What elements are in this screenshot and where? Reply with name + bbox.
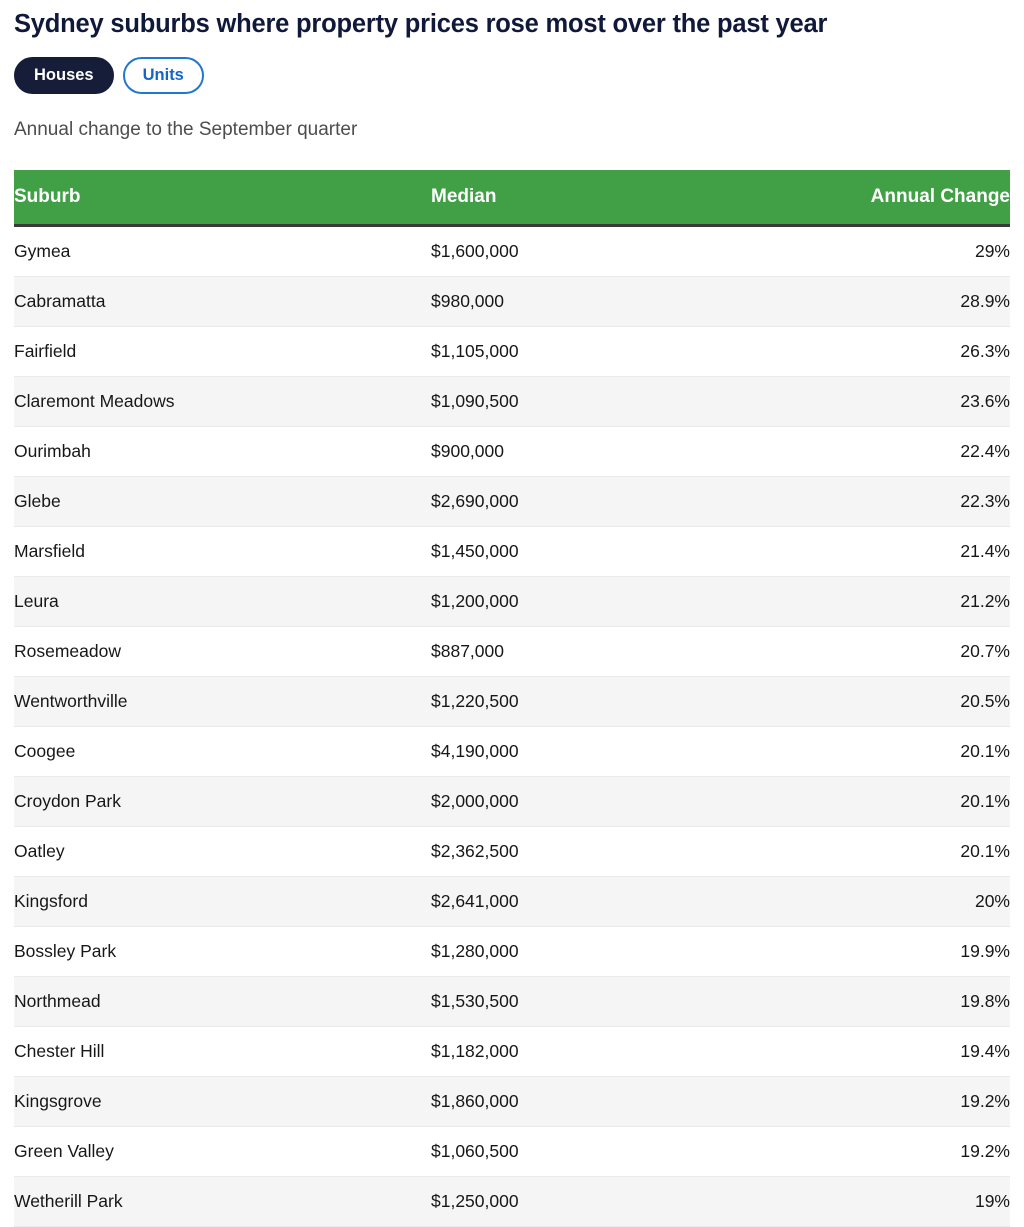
table-row[interactable]: Cabramatta $980,000 28.9% [14, 276, 1010, 327]
table-row[interactable]: Leura $1,200,000 21.2% [14, 576, 1010, 627]
table-row[interactable]: Marsfield $1,450,000 21.4% [14, 526, 1010, 577]
cell-suburb: Claremont Meadows [14, 376, 431, 427]
subtitle-text: Annual change to the September quarter [14, 119, 358, 141]
table-row[interactable]: Northmead $1,530,500 19.8% [14, 976, 1010, 1027]
table-row[interactable]: Kingsford $2,641,000 20% [14, 876, 1010, 927]
cell-median: $1,105,000 [431, 326, 843, 377]
suburbs-table-container: Suburb Median Annual Change Gymea $1,600,… [14, 169, 1010, 1227]
property-prices-panel: Sydney suburbs where property prices ros… [0, 0, 1024, 1227]
column-header-suburb[interactable]: Suburb [14, 169, 431, 227]
cell-annual-change: 19.8% [843, 976, 1010, 1027]
cell-median: $887,000 [431, 626, 843, 677]
toggle-units-button[interactable]: Units [122, 57, 204, 95]
cell-median: $4,190,000 [431, 726, 843, 777]
column-header-annual-change[interactable]: Annual Change [843, 169, 1010, 227]
cell-suburb: Coogee [14, 726, 431, 777]
table-body: Gymea $1,600,000 29% Cabramatta $980,000 28.9… [14, 225, 1010, 1227]
cell-annual-change: 20.7% [843, 626, 1010, 677]
table-header: Suburb Median Annual Change [14, 169, 1010, 227]
table-row[interactable]: Oatley $2,362,500 20.1% [14, 826, 1010, 877]
cell-suburb: Glebe [14, 476, 431, 527]
cell-annual-change: 19% [843, 1176, 1010, 1227]
cell-median: $1,200,000 [431, 576, 843, 627]
cell-annual-change: 29% [843, 225, 1010, 277]
cell-median: $980,000 [431, 276, 843, 327]
table-row[interactable]: Bossley Park $1,280,000 19.9% [14, 926, 1010, 977]
page-title: Sydney suburbs where property prices ros… [14, 10, 828, 38]
table-row[interactable]: Rosemeadow $887,000 20.7% [14, 626, 1010, 677]
cell-suburb: Oatley [14, 826, 431, 877]
table-row[interactable]: Glebe $2,690,000 22.3% [14, 476, 1010, 527]
cell-median: $2,362,500 [431, 826, 843, 877]
cell-suburb: Gymea [14, 225, 431, 277]
cell-suburb: Wentworthville [14, 676, 431, 727]
table-row[interactable]: Wentworthville $1,220,500 20.5% [14, 676, 1010, 727]
table-row[interactable]: Coogee $4,190,000 20.1% [14, 726, 1010, 777]
cell-median: $1,860,000 [431, 1076, 843, 1127]
table-header-row: Suburb Median Annual Change [14, 169, 1010, 227]
cell-median: $2,000,000 [431, 776, 843, 827]
cell-suburb: Green Valley [14, 1126, 431, 1177]
cell-annual-change: 20.1% [843, 776, 1010, 827]
cell-suburb: Fairfield [14, 326, 431, 377]
cell-annual-change: 19.2% [843, 1126, 1010, 1177]
column-header-median[interactable]: Median [431, 169, 843, 227]
toggle-houses-button[interactable]: Houses [14, 57, 114, 95]
cell-annual-change: 26.3% [843, 326, 1010, 377]
cell-median: $2,641,000 [431, 876, 843, 927]
table-row[interactable]: Chester Hill $1,182,000 19.4% [14, 1026, 1010, 1077]
cell-suburb: Croydon Park [14, 776, 431, 827]
table-row[interactable]: Fairfield $1,105,000 26.3% [14, 326, 1010, 377]
cell-median: $1,060,500 [431, 1126, 843, 1177]
table-row[interactable]: Green Valley $1,060,500 19.2% [14, 1126, 1010, 1177]
cell-annual-change: 19.2% [843, 1076, 1010, 1127]
cell-annual-change: 20.5% [843, 676, 1010, 727]
cell-median: $1,182,000 [431, 1026, 843, 1077]
cell-suburb: Cabramatta [14, 276, 431, 327]
cell-annual-change: 20% [843, 876, 1010, 927]
table-row[interactable]: Kingsgrove $1,860,000 19.2% [14, 1076, 1010, 1127]
cell-median: $1,280,000 [431, 926, 843, 977]
cell-suburb: Rosemeadow [14, 626, 431, 677]
cell-suburb: Northmead [14, 976, 431, 1027]
cell-suburb: Kingsgrove [14, 1076, 431, 1127]
cell-annual-change: 21.4% [843, 526, 1010, 577]
cell-suburb: Chester Hill [14, 1026, 431, 1077]
cell-annual-change: 22.4% [843, 426, 1010, 477]
cell-median: $1,220,500 [431, 676, 843, 727]
cell-annual-change: 28.9% [843, 276, 1010, 327]
cell-median: $900,000 [431, 426, 843, 477]
table-row[interactable]: Claremont Meadows $1,090,500 23.6% [14, 376, 1010, 427]
cell-annual-change: 22.3% [843, 476, 1010, 527]
cell-median: $1,600,000 [431, 225, 843, 277]
cell-median: $1,450,000 [431, 526, 843, 577]
cell-median: $2,690,000 [431, 476, 843, 527]
cell-annual-change: 21.2% [843, 576, 1010, 627]
table-row[interactable]: Gymea $1,600,000 29% [14, 225, 1010, 277]
cell-suburb: Wetherill Park [14, 1176, 431, 1227]
cell-suburb: Kingsford [14, 876, 431, 927]
cell-suburb: Leura [14, 576, 431, 627]
cell-annual-change: 20.1% [843, 826, 1010, 877]
cell-annual-change: 19.4% [843, 1026, 1010, 1077]
cell-suburb: Marsfield [14, 526, 431, 577]
cell-median: $1,250,000 [431, 1176, 843, 1227]
suburbs-table: Suburb Median Annual Change Gymea $1,600,… [14, 169, 1010, 1227]
table-row[interactable]: Wetherill Park $1,250,000 19% [14, 1176, 1010, 1227]
table-row[interactable]: Croydon Park $2,000,000 20.1% [14, 776, 1010, 827]
property-type-toggle-group: Houses Units [0, 40, 1024, 95]
cell-median: $1,090,500 [431, 376, 843, 427]
cell-suburb: Ourimbah [14, 426, 431, 477]
cell-suburb: Bossley Park [14, 926, 431, 977]
cell-annual-change: 23.6% [843, 376, 1010, 427]
cell-annual-change: 19.9% [843, 926, 1010, 977]
table-row[interactable]: Ourimbah $900,000 22.4% [14, 426, 1010, 477]
cell-annual-change: 20.1% [843, 726, 1010, 777]
cell-median: $1,530,500 [431, 976, 843, 1027]
